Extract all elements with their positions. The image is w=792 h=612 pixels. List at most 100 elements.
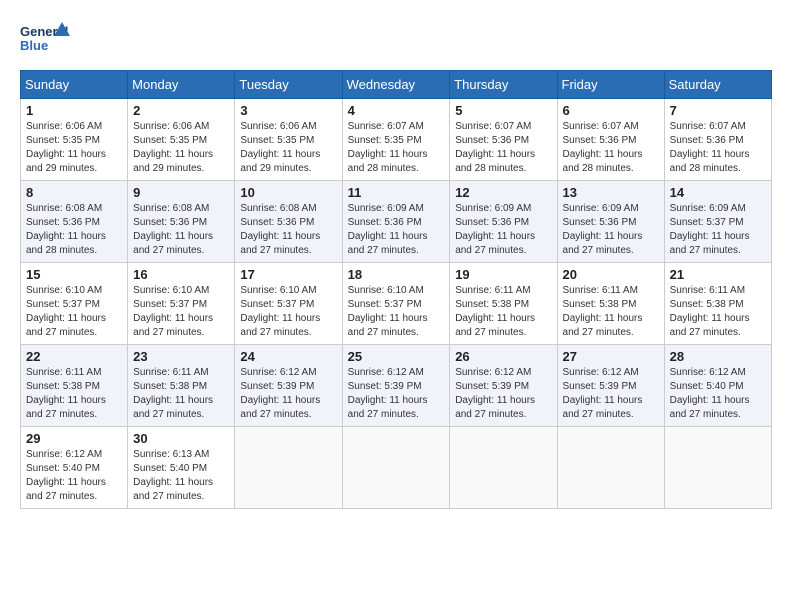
day-info: Sunrise: 6:07 AMSunset: 5:36 PMDaylight:… [670, 121, 750, 174]
calendar-cell: 2 Sunrise: 6:06 AMSunset: 5:35 PMDayligh… [128, 99, 235, 181]
day-of-week-header: Saturday [664, 71, 771, 99]
calendar-cell: 15 Sunrise: 6:10 AMSunset: 5:37 PMDaylig… [21, 263, 128, 345]
day-of-week-header: Thursday [450, 71, 557, 99]
calendar-cell: 18 Sunrise: 6:10 AMSunset: 5:37 PMDaylig… [342, 263, 450, 345]
day-info: Sunrise: 6:09 AMSunset: 5:36 PMDaylight:… [348, 203, 428, 256]
calendar-cell [557, 427, 664, 509]
day-info: Sunrise: 6:06 AMSunset: 5:35 PMDaylight:… [26, 121, 106, 174]
calendar-cell: 6 Sunrise: 6:07 AMSunset: 5:36 PMDayligh… [557, 99, 664, 181]
day-info: Sunrise: 6:12 AMSunset: 5:40 PMDaylight:… [670, 367, 750, 420]
day-info: Sunrise: 6:09 AMSunset: 5:36 PMDaylight:… [455, 203, 535, 256]
day-info: Sunrise: 6:06 AMSunset: 5:35 PMDaylight:… [240, 121, 320, 174]
calendar-cell [664, 427, 771, 509]
day-number: 12 [455, 185, 551, 200]
calendar-cell: 28 Sunrise: 6:12 AMSunset: 5:40 PMDaylig… [664, 345, 771, 427]
calendar-cell [235, 427, 342, 509]
day-info: Sunrise: 6:09 AMSunset: 5:37 PMDaylight:… [670, 203, 750, 256]
page-header: General Blue [20, 20, 772, 60]
day-number: 21 [670, 267, 766, 282]
day-number: 26 [455, 349, 551, 364]
day-info: Sunrise: 6:13 AMSunset: 5:40 PMDaylight:… [133, 449, 213, 502]
day-of-week-header: Tuesday [235, 71, 342, 99]
day-info: Sunrise: 6:10 AMSunset: 5:37 PMDaylight:… [133, 285, 213, 338]
day-number: 25 [348, 349, 445, 364]
day-info: Sunrise: 6:07 AMSunset: 5:36 PMDaylight:… [563, 121, 643, 174]
calendar-table: SundayMondayTuesdayWednesdayThursdayFrid… [20, 70, 772, 509]
day-info: Sunrise: 6:10 AMSunset: 5:37 PMDaylight:… [240, 285, 320, 338]
day-number: 28 [670, 349, 766, 364]
day-number: 30 [133, 431, 229, 446]
calendar-cell: 8 Sunrise: 6:08 AMSunset: 5:36 PMDayligh… [21, 181, 128, 263]
day-info: Sunrise: 6:11 AMSunset: 5:38 PMDaylight:… [563, 285, 643, 338]
logo: General Blue [20, 20, 70, 60]
calendar-cell: 13 Sunrise: 6:09 AMSunset: 5:36 PMDaylig… [557, 181, 664, 263]
svg-text:Blue: Blue [20, 38, 48, 53]
day-info: Sunrise: 6:09 AMSunset: 5:36 PMDaylight:… [563, 203, 643, 256]
day-number: 7 [670, 103, 766, 118]
day-info: Sunrise: 6:11 AMSunset: 5:38 PMDaylight:… [133, 367, 213, 420]
day-number: 23 [133, 349, 229, 364]
day-info: Sunrise: 6:12 AMSunset: 5:39 PMDaylight:… [563, 367, 643, 420]
calendar-cell: 1 Sunrise: 6:06 AMSunset: 5:35 PMDayligh… [21, 99, 128, 181]
day-number: 14 [670, 185, 766, 200]
day-info: Sunrise: 6:07 AMSunset: 5:36 PMDaylight:… [455, 121, 535, 174]
calendar-cell [450, 427, 557, 509]
day-info: Sunrise: 6:10 AMSunset: 5:37 PMDaylight:… [348, 285, 428, 338]
day-number: 8 [26, 185, 122, 200]
day-info: Sunrise: 6:06 AMSunset: 5:35 PMDaylight:… [133, 121, 213, 174]
day-info: Sunrise: 6:11 AMSunset: 5:38 PMDaylight:… [455, 285, 535, 338]
calendar-cell: 20 Sunrise: 6:11 AMSunset: 5:38 PMDaylig… [557, 263, 664, 345]
day-info: Sunrise: 6:08 AMSunset: 5:36 PMDaylight:… [26, 203, 106, 256]
day-of-week-header: Monday [128, 71, 235, 99]
calendar-cell: 30 Sunrise: 6:13 AMSunset: 5:40 PMDaylig… [128, 427, 235, 509]
calendar-cell: 4 Sunrise: 6:07 AMSunset: 5:35 PMDayligh… [342, 99, 450, 181]
day-info: Sunrise: 6:12 AMSunset: 5:39 PMDaylight:… [455, 367, 535, 420]
day-info: Sunrise: 6:08 AMSunset: 5:36 PMDaylight:… [240, 203, 320, 256]
day-number: 16 [133, 267, 229, 282]
day-number: 27 [563, 349, 659, 364]
day-info: Sunrise: 6:10 AMSunset: 5:37 PMDaylight:… [26, 285, 106, 338]
day-of-week-header: Wednesday [342, 71, 450, 99]
calendar-cell: 7 Sunrise: 6:07 AMSunset: 5:36 PMDayligh… [664, 99, 771, 181]
day-number: 9 [133, 185, 229, 200]
day-number: 11 [348, 185, 445, 200]
day-number: 19 [455, 267, 551, 282]
day-number: 22 [26, 349, 122, 364]
calendar-cell: 23 Sunrise: 6:11 AMSunset: 5:38 PMDaylig… [128, 345, 235, 427]
calendar-cell: 12 Sunrise: 6:09 AMSunset: 5:36 PMDaylig… [450, 181, 557, 263]
day-info: Sunrise: 6:12 AMSunset: 5:39 PMDaylight:… [240, 367, 320, 420]
calendar-cell: 25 Sunrise: 6:12 AMSunset: 5:39 PMDaylig… [342, 345, 450, 427]
calendar-cell: 29 Sunrise: 6:12 AMSunset: 5:40 PMDaylig… [21, 427, 128, 509]
day-number: 10 [240, 185, 336, 200]
calendar-cell: 3 Sunrise: 6:06 AMSunset: 5:35 PMDayligh… [235, 99, 342, 181]
calendar-cell: 19 Sunrise: 6:11 AMSunset: 5:38 PMDaylig… [450, 263, 557, 345]
day-number: 3 [240, 103, 336, 118]
calendar-cell: 21 Sunrise: 6:11 AMSunset: 5:38 PMDaylig… [664, 263, 771, 345]
calendar-cell: 5 Sunrise: 6:07 AMSunset: 5:36 PMDayligh… [450, 99, 557, 181]
day-of-week-header: Sunday [21, 71, 128, 99]
day-number: 18 [348, 267, 445, 282]
day-number: 15 [26, 267, 122, 282]
day-number: 2 [133, 103, 229, 118]
calendar-cell: 24 Sunrise: 6:12 AMSunset: 5:39 PMDaylig… [235, 345, 342, 427]
calendar-cell: 11 Sunrise: 6:09 AMSunset: 5:36 PMDaylig… [342, 181, 450, 263]
calendar-cell: 14 Sunrise: 6:09 AMSunset: 5:37 PMDaylig… [664, 181, 771, 263]
day-number: 20 [563, 267, 659, 282]
calendar-cell: 26 Sunrise: 6:12 AMSunset: 5:39 PMDaylig… [450, 345, 557, 427]
day-info: Sunrise: 6:11 AMSunset: 5:38 PMDaylight:… [670, 285, 750, 338]
day-info: Sunrise: 6:07 AMSunset: 5:35 PMDaylight:… [348, 121, 428, 174]
day-info: Sunrise: 6:08 AMSunset: 5:36 PMDaylight:… [133, 203, 213, 256]
calendar-cell: 10 Sunrise: 6:08 AMSunset: 5:36 PMDaylig… [235, 181, 342, 263]
day-info: Sunrise: 6:12 AMSunset: 5:40 PMDaylight:… [26, 449, 106, 502]
day-number: 5 [455, 103, 551, 118]
calendar-cell: 22 Sunrise: 6:11 AMSunset: 5:38 PMDaylig… [21, 345, 128, 427]
day-number: 4 [348, 103, 445, 118]
day-number: 17 [240, 267, 336, 282]
day-number: 24 [240, 349, 336, 364]
calendar-cell: 17 Sunrise: 6:10 AMSunset: 5:37 PMDaylig… [235, 263, 342, 345]
day-number: 29 [26, 431, 122, 446]
day-info: Sunrise: 6:12 AMSunset: 5:39 PMDaylight:… [348, 367, 428, 420]
day-info: Sunrise: 6:11 AMSunset: 5:38 PMDaylight:… [26, 367, 106, 420]
calendar-cell: 9 Sunrise: 6:08 AMSunset: 5:36 PMDayligh… [128, 181, 235, 263]
calendar-cell: 27 Sunrise: 6:12 AMSunset: 5:39 PMDaylig… [557, 345, 664, 427]
